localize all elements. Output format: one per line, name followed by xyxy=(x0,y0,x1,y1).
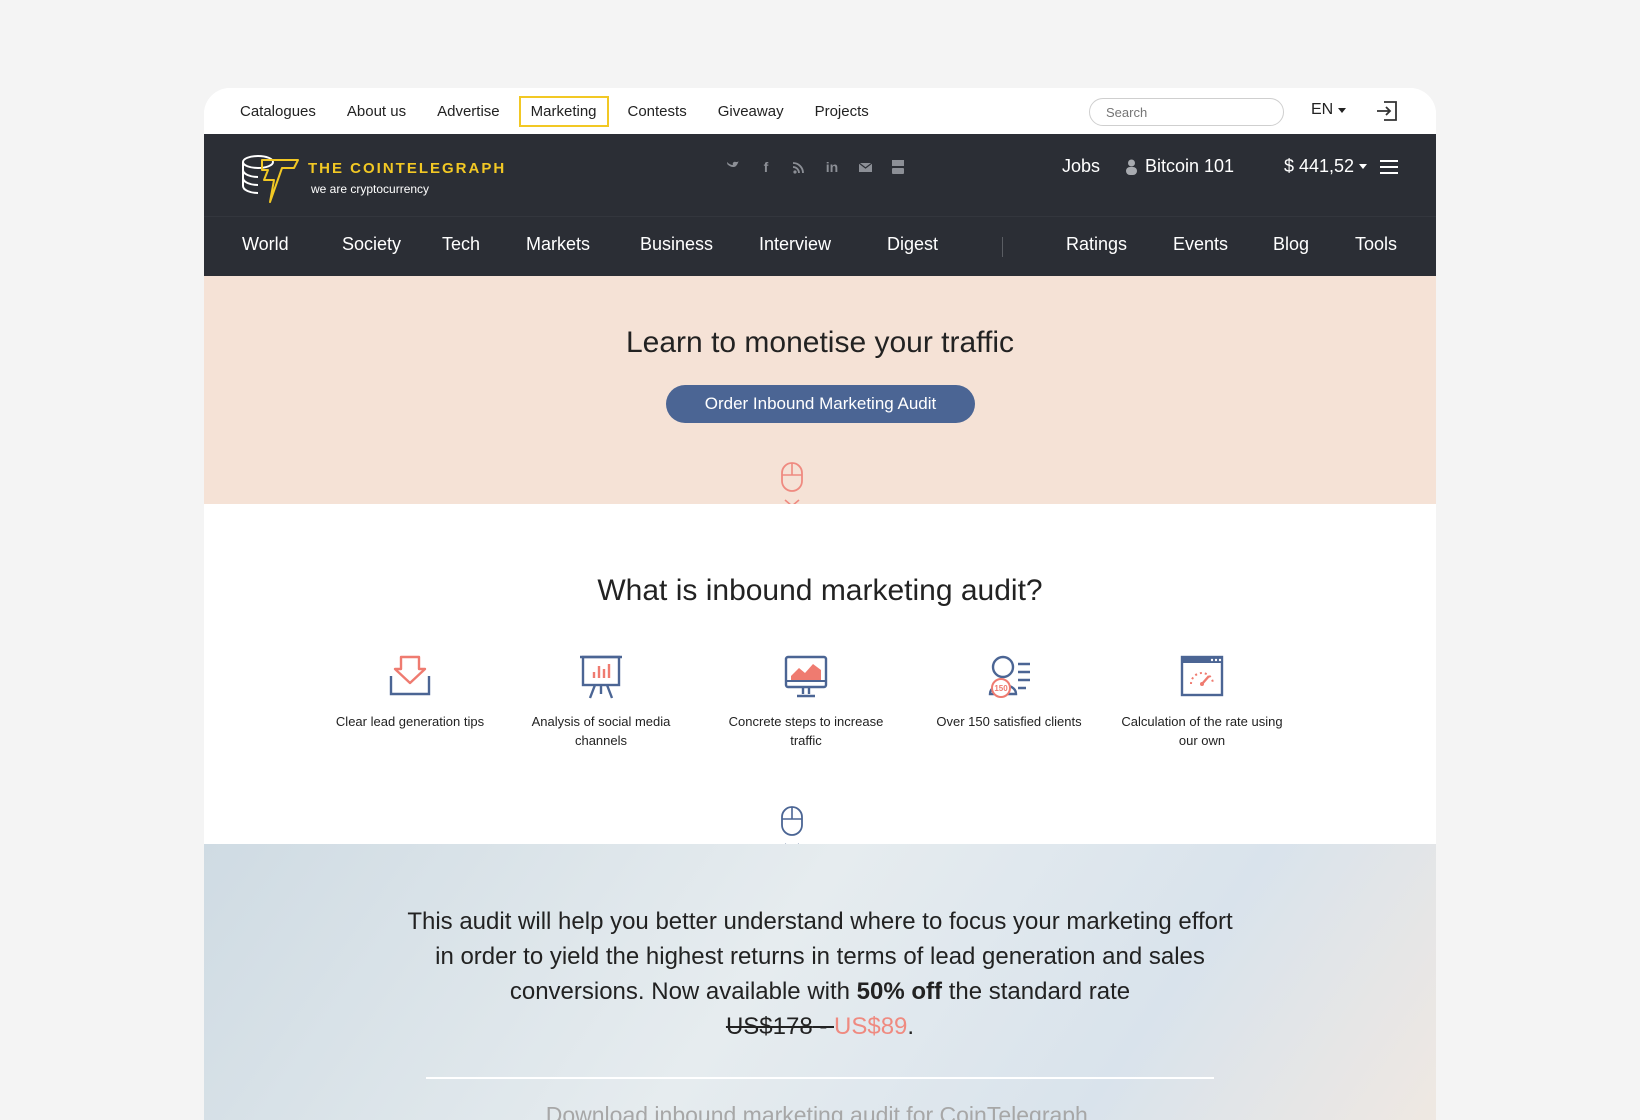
nav-interview[interactable]: Interview xyxy=(759,234,831,255)
linkedin-icon[interactable]: in xyxy=(825,159,839,175)
feature-item: Calculation of the rate using our own xyxy=(1117,654,1287,750)
login-icon[interactable] xyxy=(1374,99,1400,123)
bitcoin-101-link[interactable]: Bitcoin 101 xyxy=(1126,156,1234,177)
section-divider xyxy=(426,1077,1214,1079)
feature-text: Calculation of the rate using our own xyxy=(1121,714,1283,748)
cointelegraph-logo-icon[interactable] xyxy=(240,152,300,204)
nav-business[interactable]: Business xyxy=(640,234,713,255)
bitcoin-price-value: $ 441,52 xyxy=(1284,156,1355,176)
feature-text: Concrete steps to increase traffic xyxy=(728,714,884,748)
feature-text: Clear lead generation tips xyxy=(335,714,485,729)
lead-tray-icon xyxy=(389,655,431,696)
feature-item: 150 Over 150 satisfied clients xyxy=(924,654,1094,731)
nav-world[interactable]: World xyxy=(242,234,289,255)
bitcoin-101-label: Bitcoin 101 xyxy=(1145,156,1235,176)
chevron-down-icon xyxy=(1338,107,1347,113)
feature-item: Analysis of social media channels xyxy=(516,654,686,750)
hero-title: Learn to monetise your traffic xyxy=(626,326,1014,359)
nav-events[interactable]: Events xyxy=(1173,234,1228,255)
order-audit-button[interactable]: Order Inbound Marketing Audit xyxy=(666,385,975,423)
top-link-about-us[interactable]: About us xyxy=(347,103,406,120)
audit-offer-section: This audit will help you better understa… xyxy=(204,844,1436,1120)
top-link-giveaway[interactable]: Giveaway xyxy=(718,103,784,120)
page-frame: Catalogues About us Advertise Marketing … xyxy=(204,88,1436,1120)
nav-blog[interactable]: Blog xyxy=(1273,234,1309,255)
user-icon xyxy=(1126,159,1137,175)
download-audit-text: Download inbound marketing audit for Coi… xyxy=(545,1102,1095,1120)
nav-tech[interactable]: Tech xyxy=(442,234,480,255)
top-link-advertise[interactable]: Advertise xyxy=(437,103,500,120)
nav-society[interactable]: Society xyxy=(342,234,401,255)
bitcoin-price-dropdown[interactable]: $ 441,52 xyxy=(1284,156,1368,177)
nav-tools[interactable]: Tools xyxy=(1355,234,1397,255)
feature-text: Analysis of social media channels xyxy=(531,714,671,748)
brand-tagline: we are cryptocurrency xyxy=(311,182,430,196)
presentation-chart-icon xyxy=(580,655,622,699)
clients-150-icon: 150 xyxy=(988,655,1030,698)
feature-item: Concrete steps to increase traffic xyxy=(721,654,891,750)
nav-digest[interactable]: Digest xyxy=(887,234,938,255)
top-link-projects[interactable]: Projects xyxy=(815,103,869,120)
what-is-section: What is inbound marketing audit? Clear l… xyxy=(204,504,1436,858)
top-link-marketing[interactable]: Marketing xyxy=(518,95,609,127)
old-price: US$178 - xyxy=(725,1013,834,1040)
twitter-icon[interactable] xyxy=(726,159,740,175)
top-nav: Catalogues About us Advertise Marketing … xyxy=(240,88,900,134)
top-utility-bar: Catalogues About us Advertise Marketing … xyxy=(204,88,1436,134)
chevron-down-icon xyxy=(1359,164,1368,169)
site-header: THE COINTELEGRAPH we are cryptocurrency … xyxy=(204,134,1436,216)
social-links: f in xyxy=(726,159,924,175)
jobs-link[interactable]: Jobs xyxy=(1062,156,1100,177)
nav-ratings[interactable]: Ratings xyxy=(1066,234,1127,255)
offer-text-part2: the standard rate xyxy=(942,978,1131,1005)
speedometer-window-icon xyxy=(1180,655,1224,697)
mail-icon[interactable] xyxy=(858,159,873,175)
monitor-graph-icon xyxy=(784,655,828,698)
search-input[interactable] xyxy=(1089,98,1284,126)
discount-highlight: 50% off xyxy=(856,978,943,1005)
hero-section: Learn to monetise your traffic Order Inb… xyxy=(204,276,1436,514)
nav-markets[interactable]: Markets xyxy=(526,234,590,255)
feature-text: Over 150 satisfied clients xyxy=(936,714,1082,729)
youtube-icon[interactable] xyxy=(891,159,905,175)
main-nav: World Society Tech Markets Business Inte… xyxy=(204,216,1436,276)
language-selector[interactable]: EN xyxy=(1311,101,1347,119)
brand-name: THE COINTELEGRAPH xyxy=(308,160,507,177)
section-title: What is inbound marketing audit? xyxy=(597,574,1043,607)
new-price: US$89 xyxy=(834,1013,908,1040)
offer-text: This audit will help you better understa… xyxy=(404,904,1236,1044)
rss-icon[interactable] xyxy=(792,159,806,175)
top-link-catalogues[interactable]: Catalogues xyxy=(240,103,316,120)
top-link-contests[interactable]: Contests xyxy=(628,103,687,120)
hamburger-menu-icon[interactable] xyxy=(1380,160,1398,174)
language-label: EN xyxy=(1311,101,1334,118)
nav-divider xyxy=(1002,237,1003,257)
svg-text:150: 150 xyxy=(994,684,1008,693)
facebook-icon[interactable]: f xyxy=(759,159,773,175)
period: . xyxy=(907,1013,915,1040)
feature-item: Clear lead generation tips xyxy=(325,654,495,731)
